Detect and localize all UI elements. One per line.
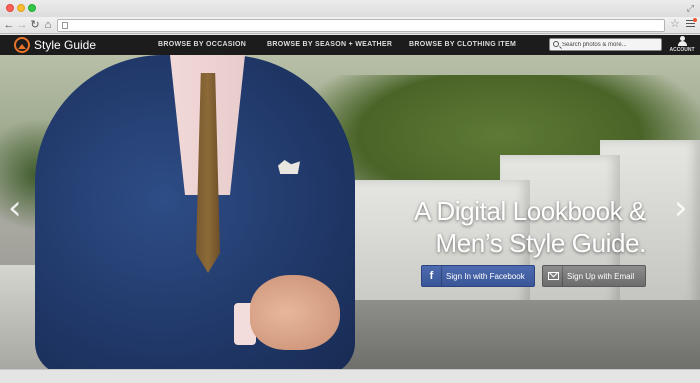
hero-headline: A Digital Lookbook & Men’s Style Guide. bbox=[370, 195, 646, 259]
zoom-window-button[interactable] bbox=[28, 4, 36, 12]
browser-toolbar: ← → ↻ ⌂ ☆ bbox=[0, 17, 700, 34]
next-slide-chevron-icon[interactable]: › bbox=[674, 188, 688, 228]
facebook-icon: f bbox=[422, 266, 442, 286]
sign-up-email-button[interactable]: Sign Up with Email bbox=[542, 265, 646, 287]
sign-up-email-label: Sign Up with Email bbox=[567, 272, 635, 281]
envelope-icon-box bbox=[543, 266, 563, 286]
fullscreen-icon[interactable]: ⤢ bbox=[687, 3, 694, 14]
hanger-logo-icon[interactable] bbox=[14, 37, 30, 53]
minimize-window-button[interactable] bbox=[17, 4, 25, 12]
forward-arrow-icon[interactable]: → bbox=[16, 18, 28, 32]
user-icon bbox=[677, 36, 687, 46]
browser-window: ⤢ ← → ↻ ⌂ ☆ Style Guide BROWSE BY OCCASI… bbox=[0, 0, 700, 383]
reload-icon[interactable]: ↻ bbox=[29, 18, 41, 32]
nav-browse-by-season[interactable]: BROWSE BY SEASON + WEATHER bbox=[267, 41, 392, 48]
window-title-bar: ⤢ bbox=[0, 0, 700, 17]
search-icon bbox=[553, 41, 559, 47]
site-logo[interactable]: Style Guide bbox=[34, 38, 96, 52]
nav-browse-by-clothing[interactable]: BROWSE BY CLOTHING ITEM bbox=[409, 41, 516, 48]
page-icon bbox=[62, 22, 68, 29]
page-bottom-strip bbox=[0, 369, 700, 383]
hero-headline-line: Men’s Style Guide. bbox=[435, 228, 646, 258]
home-icon[interactable]: ⌂ bbox=[42, 18, 54, 32]
account-button[interactable]: ACCOUNT bbox=[669, 36, 695, 54]
hero-model-hand bbox=[250, 275, 340, 350]
hero-banner: ‹ › A Digital Lookbook & Men’s Style Gui… bbox=[0, 55, 700, 369]
search-box[interactable] bbox=[549, 38, 662, 51]
bookmark-star-icon[interactable]: ☆ bbox=[670, 17, 680, 30]
previous-slide-chevron-icon[interactable]: ‹ bbox=[8, 188, 22, 228]
hero-headline-line: A Digital Lookbook & bbox=[414, 196, 646, 226]
address-bar[interactable] bbox=[57, 19, 665, 32]
sign-in-facebook-button[interactable]: f Sign In with Facebook bbox=[421, 265, 535, 287]
close-window-button[interactable] bbox=[6, 4, 14, 12]
site-header: Style Guide BROWSE BY OCCASION BROWSE BY… bbox=[0, 35, 700, 55]
menu-badge bbox=[693, 18, 697, 22]
back-arrow-icon[interactable]: ← bbox=[3, 18, 15, 32]
envelope-icon bbox=[548, 272, 559, 280]
nav-browse-by-occasion[interactable]: BROWSE BY OCCASION bbox=[158, 41, 246, 48]
browser-menu-icon[interactable] bbox=[686, 18, 697, 29]
search-input[interactable] bbox=[562, 40, 660, 50]
sign-in-facebook-label: Sign In with Facebook bbox=[446, 272, 525, 281]
account-label: ACCOUNT bbox=[669, 47, 695, 53]
